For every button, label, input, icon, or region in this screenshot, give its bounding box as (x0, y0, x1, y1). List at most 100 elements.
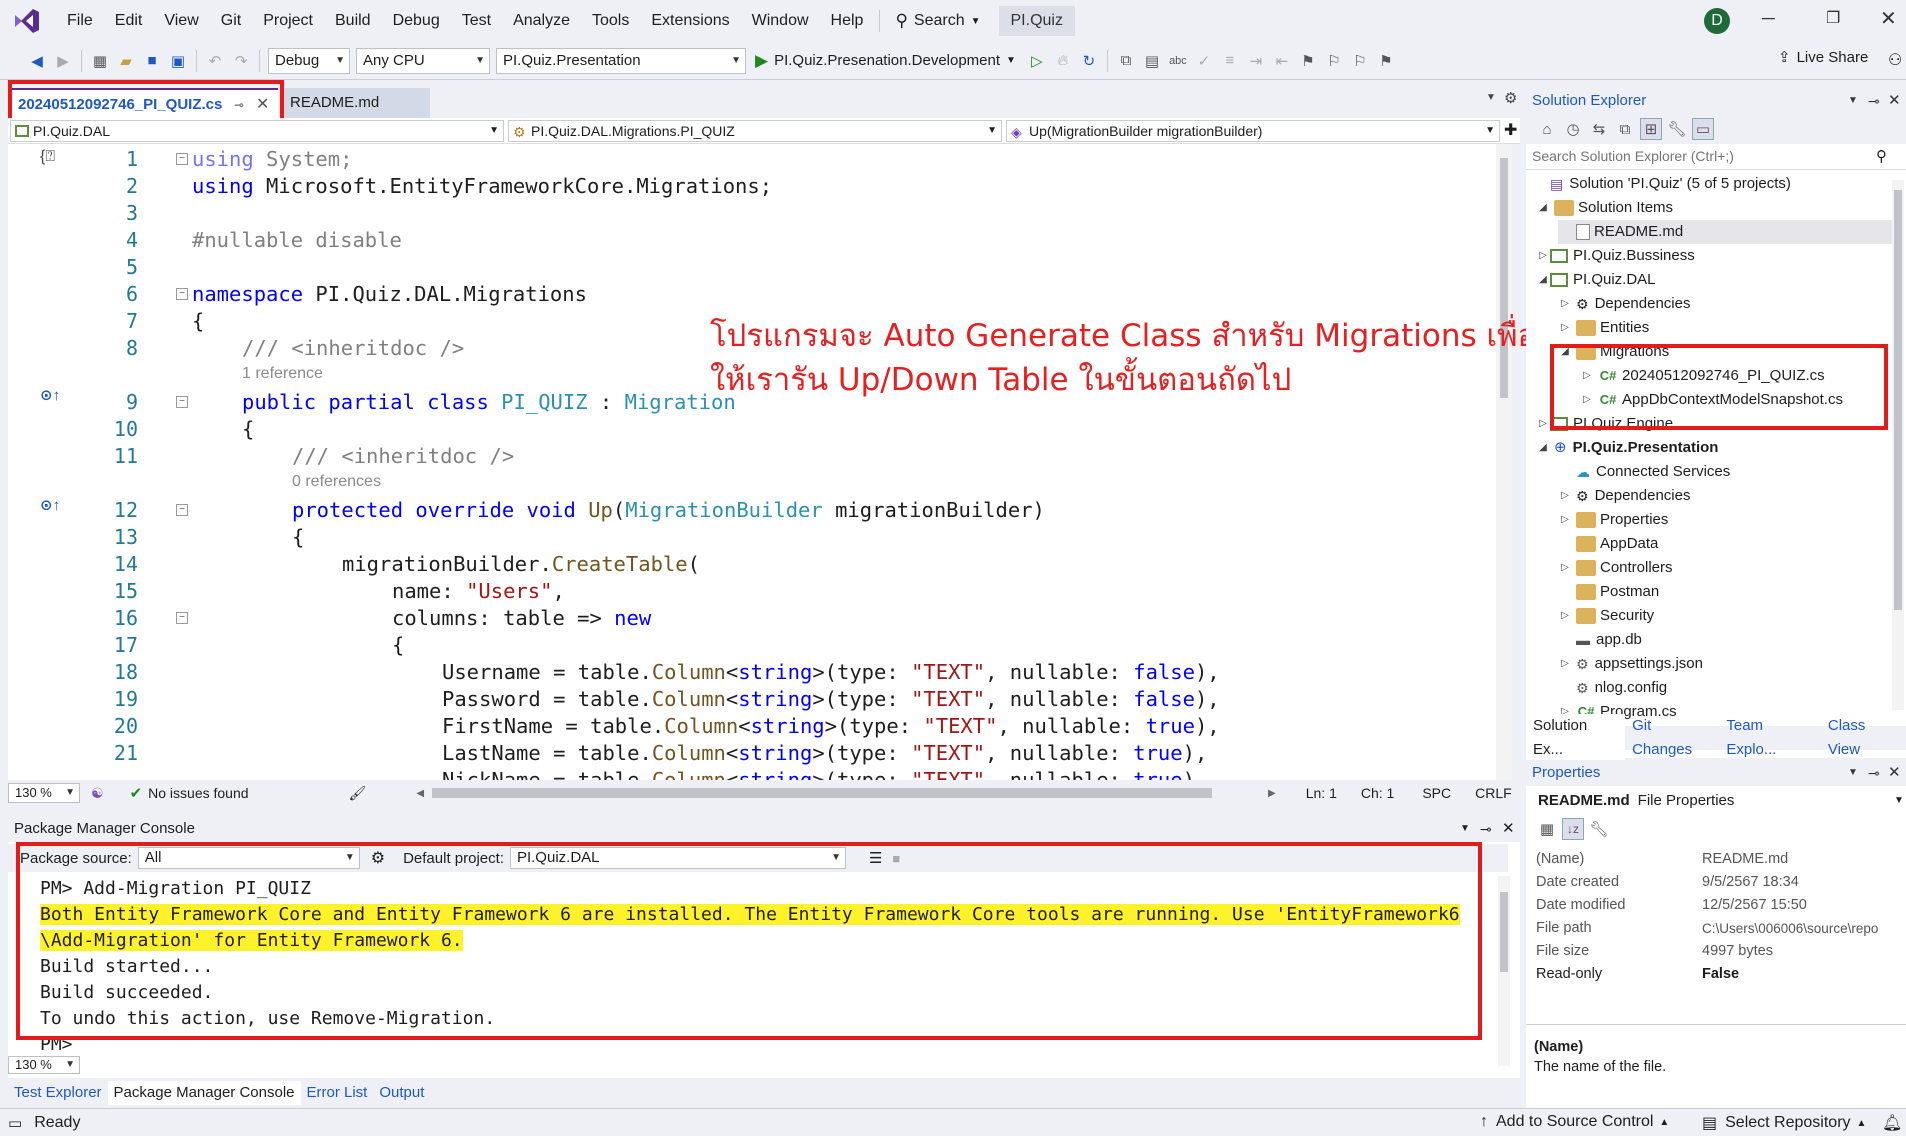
start-without-debugging-icon[interactable]: ▷ (1026, 50, 1048, 72)
comment-icon[interactable]: ✓ (1193, 50, 1215, 72)
codelens-references[interactable]: 0 references (292, 473, 381, 491)
tab-git-changes[interactable]: Git Changes (1625, 714, 1719, 762)
expanded-icon[interactable]: ◢ (1558, 340, 1572, 364)
implements-icon[interactable]: ⊙↑ (40, 386, 60, 404)
tree-postman[interactable]: Postman (1558, 580, 1659, 604)
undo-icon[interactable]: ↶ (204, 50, 226, 72)
codelens-references[interactable]: 1 reference (242, 365, 323, 383)
expanded-icon[interactable]: ◢ (1536, 436, 1550, 460)
tab-class-view[interactable]: Class View (1821, 714, 1906, 762)
editor-vertical-scrollbar[interactable] (1496, 144, 1512, 780)
wrench-icon[interactable]: 🔧︎ (1588, 818, 1610, 840)
collapsed-icon[interactable]: ▷ (1558, 484, 1572, 508)
back-icon[interactable]: ◀ (26, 50, 48, 72)
menu-view[interactable]: View (153, 0, 209, 42)
property-row[interactable]: (Name) README.md (1536, 848, 1906, 871)
new-project-icon[interactable]: ▦ (89, 50, 111, 72)
collapsed-icon[interactable]: ▷ (1558, 652, 1572, 676)
add-to-source-control-button[interactable]: ↑ Add to Source Control ▲ (1480, 1113, 1669, 1131)
open-icon[interactable]: ▰ (115, 50, 137, 72)
tab-readme[interactable]: README.md (280, 88, 430, 118)
collapsed-icon[interactable]: ▷ (1558, 556, 1572, 580)
run-button[interactable]: ▶ PI.Quiz.Presenation.Development ▼ (755, 51, 1016, 71)
tree-controllers[interactable]: ▷ Controllers (1558, 556, 1673, 580)
line-ending[interactable]: CRLF (1475, 785, 1512, 801)
configuration-select[interactable]: Debug ▼ (268, 47, 350, 74)
menu-edit[interactable]: Edit (104, 0, 154, 42)
tree-dal-migrations[interactable]: ◢ Migrations (1558, 340, 1669, 364)
vs-logo-icon[interactable] (12, 6, 42, 36)
close-icon[interactable]: ✕ (1502, 816, 1515, 842)
menu-extensions[interactable]: Extensions (640, 0, 740, 42)
redo-icon[interactable]: ↷ (230, 50, 252, 72)
editor-horizontal-scrollbar[interactable] (432, 788, 1213, 798)
close-icon[interactable]: ✕ (1888, 760, 1901, 786)
hot-reload-icon[interactable]: 🔥︎ (1052, 50, 1074, 72)
tree-security[interactable]: ▷ Security (1558, 604, 1654, 628)
bookmark-clear-icon[interactable]: ⚑ (1375, 50, 1397, 72)
property-row[interactable]: File path C:\Users\006006\source\repo (1536, 917, 1906, 940)
chevron-down-icon[interactable]: ▼ (1894, 795, 1904, 806)
tree-readme[interactable]: README.md (1558, 220, 1894, 244)
minimize-icon[interactable]: ─ (1762, 8, 1775, 29)
menu-build[interactable]: Build (324, 0, 382, 42)
member-nav-select[interactable]: ◈ Up(MigrationBuilder migrationBuilder) … (1006, 120, 1500, 142)
tree-dal-entities[interactable]: ▷ Entities (1558, 316, 1649, 340)
collapsed-icon[interactable]: ▷ (1558, 508, 1572, 532)
tree-project-dal[interactable]: ◢ PI.Quiz.DAL (1536, 268, 1655, 292)
outdent-icon[interactable]: ⇤ (1271, 50, 1293, 72)
expanded-icon[interactable]: ◢ (1536, 196, 1550, 220)
overrides-icon[interactable]: ⊙↑ (40, 496, 60, 514)
collapsed-icon[interactable]: ▷ (1558, 316, 1572, 340)
tree-solution-items[interactable]: ◢ Solution Items (1536, 196, 1673, 220)
scroll-thumb[interactable] (1500, 158, 1508, 398)
collapse-all-icon[interactable]: ⧉ (1614, 118, 1636, 140)
wrench-icon[interactable]: 🔧︎ (1666, 118, 1688, 140)
menu-test[interactable]: Test (451, 0, 502, 42)
alphabetical-icon[interactable]: ↓z (1562, 818, 1584, 840)
collapsed-icon[interactable]: ▷ (1580, 388, 1594, 412)
tree-nlog-config[interactable]: ⚙ nlog.config (1558, 676, 1667, 700)
collapsed-icon[interactable]: ▷ (1558, 604, 1572, 628)
tree-dal-dependencies[interactable]: ▷ ⚙ Dependencies (1558, 292, 1690, 316)
bookmark-prev-icon[interactable]: ⚐ (1323, 50, 1345, 72)
save-all-icon[interactable]: ▣ (167, 50, 189, 72)
collapsed-icon[interactable]: ▷ (1580, 364, 1594, 388)
quick-actions-icon[interactable]: {⍰ (40, 148, 55, 166)
tree-solution[interactable]: ▤ Solution 'PI.Quiz' (5 of 5 projects) (1536, 172, 1791, 196)
search-input[interactable] (1532, 144, 1872, 168)
avatar[interactable]: D (1704, 8, 1730, 34)
scroll-thumb[interactable] (1894, 190, 1902, 610)
scroll-thumb[interactable] (1500, 892, 1508, 972)
bookmark-next-icon[interactable]: ⚐ (1349, 50, 1371, 72)
menu-window[interactable]: Window (741, 0, 820, 42)
chevron-down-icon[interactable]: ▼ (1848, 88, 1858, 114)
tree-project-bussiness[interactable]: ▷ PI.Quiz.Bussiness (1536, 244, 1695, 268)
property-row[interactable]: File size 4997 bytes (1536, 940, 1906, 963)
fold-toggle[interactable]: − (176, 288, 188, 300)
tree-project-presentation[interactable]: ◢ ⊕ PI.Quiz.Presentation (1536, 436, 1718, 460)
close-icon[interactable]: ✕ (1888, 88, 1901, 114)
menu-project[interactable]: Project (252, 0, 324, 42)
property-row[interactable]: Read-only False (1536, 963, 1906, 986)
tab-solution-explorer[interactable]: Solution Ex... (1526, 714, 1626, 762)
tab-package-manager-console[interactable]: Package Manager Console (107, 1081, 301, 1105)
solution-explorer-search[interactable]: ⚲ (1526, 144, 1906, 170)
tree-migration-file[interactable]: ▷ C# 20240512092746_PI_QUIZ.cs (1580, 364, 1825, 388)
tab-test-explorer[interactable]: Test Explorer (8, 1081, 108, 1105)
tree-properties[interactable]: ▷ Properties (1558, 508, 1668, 532)
tree-appsettings[interactable]: ▷ ⚙ appsettings.json (1558, 652, 1703, 676)
show-all-files-icon[interactable]: ⊞ (1640, 118, 1662, 140)
categorized-icon[interactable]: ▦ (1536, 818, 1558, 840)
layout-icon[interactable]: ▤ (1141, 50, 1163, 72)
default-project-select[interactable]: PI.Quiz.DAL ▼ (509, 847, 846, 869)
pin-icon[interactable]: ⊸ (1480, 816, 1492, 842)
char-position[interactable]: Ch: 1 (1361, 785, 1394, 801)
tree-appdata[interactable]: AppData (1558, 532, 1658, 556)
browser-link-icon[interactable]: ⧉ (1115, 50, 1137, 72)
pmc-vertical-scrollbar[interactable] (1498, 876, 1510, 1066)
issues-status[interactable]: No issues found (148, 785, 248, 801)
search-button[interactable]: ⚲ Search ▼ (885, 11, 990, 31)
gear-icon[interactable]: ⚙ (1504, 89, 1517, 107)
preview-icon[interactable]: ▭ (1692, 118, 1714, 140)
